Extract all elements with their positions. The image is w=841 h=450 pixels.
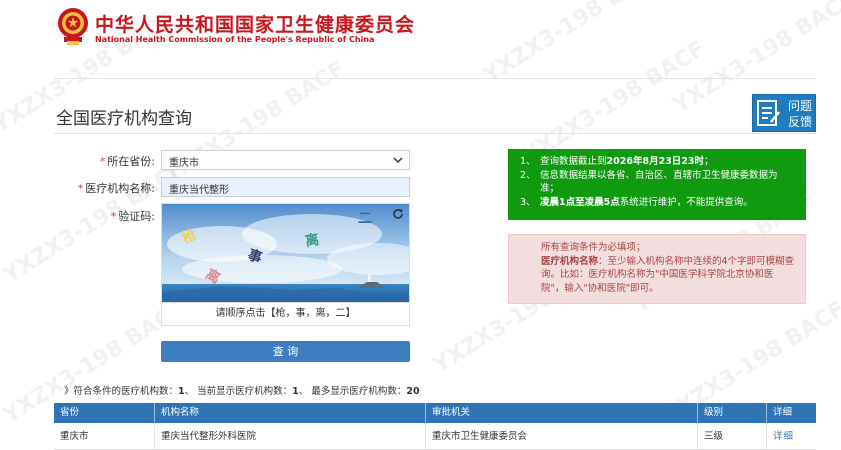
column-header: 省份 [54, 403, 155, 423]
title-divider [54, 133, 816, 134]
feedback-button[interactable]: 问题反馈 [752, 94, 816, 132]
chevron-down-icon [393, 157, 403, 164]
required-star: * [77, 182, 84, 195]
required-star: * [110, 210, 117, 223]
notice-item: 2、 信息数据结果以各省、自治区、直辖市卫生健康委数据为准； [520, 169, 778, 195]
cell-authority: 重庆市卫生健康委员会 [426, 424, 698, 449]
province-value: 重庆市 [169, 158, 199, 169]
captcha-image[interactable]: 枪 事 离 二 离 [161, 203, 410, 303]
institution-name-value: 重庆当代整形 [169, 185, 229, 196]
column-header: 审批机关 [426, 403, 698, 423]
notice-hint: 所有查询条件为必填项； 医疗机构名称：至少输入机构名称中连续的4个字即可模糊查询… [508, 234, 806, 304]
required-star: * [99, 155, 106, 168]
document-edit-icon [757, 100, 780, 126]
notice-item: 3、 凌晨1点至凌晨5点系统进行维护，不能提供查询。 [520, 196, 753, 208]
column-header: 机构名称 [155, 403, 426, 423]
query-button[interactable]: 查 询 [161, 341, 410, 362]
institution-name-input[interactable]: 重庆当代整形 [161, 177, 410, 197]
column-header: 详细 [773, 407, 793, 418]
notice-item: 1、 查询数据截止到2026年8月23日23时； [520, 156, 714, 167]
table-row: 重庆市 重庆当代整形外科医院 重庆市卫生健康委员会 三级 详细 [54, 424, 816, 450]
refresh-icon[interactable] [392, 208, 404, 220]
province-label: * 所在省份: [99, 155, 155, 168]
cell-level: 三级 [698, 424, 767, 449]
province-select[interactable]: 重庆市 [161, 150, 410, 170]
notice-info: 1、 查询数据截止到2026年8月23日23时； 2、 信息数据结果以各省、自治区、… [508, 149, 806, 220]
org-name-cn: 中华人民共和国国家卫生健康委员会 [95, 14, 416, 36]
captcha-prompt: 请顺序点击【枪，事，离，二】 [161, 304, 410, 326]
site-header: 中华人民共和国国家卫生健康委员会 National Health Commiss… [0, 0, 841, 60]
org-name-en: National Health Commission of the People… [95, 35, 375, 44]
hint-line: 医疗机构名称：至少输入机构名称中连续的4个字即可模糊查询。比如：医疗机构名称为"… [541, 255, 795, 294]
detail-link[interactable]: 详细 [773, 431, 794, 442]
national-emblem-icon [58, 8, 88, 45]
captcha-char[interactable]: 二 [358, 208, 372, 228]
page-title: 全国医疗机构查询 [56, 109, 192, 129]
name-label: * 医疗机构名称: [77, 182, 155, 195]
captcha-background [162, 204, 409, 302]
hint-line: 所有查询条件为必填项； [541, 242, 646, 253]
cell-detail: 详细 [767, 424, 816, 449]
column-header: 级别 [698, 403, 767, 423]
table-header: 省份 机构名称 审批机关 级别 详细 [54, 403, 816, 423]
feedback-label: 问题反馈 [787, 99, 812, 129]
header-divider [54, 78, 816, 79]
result-summary: 》符合条件的医疗机构数：1、 当前显示医疗机构数：1、 最多显示医疗机构数：20 [64, 386, 420, 397]
cell-institution-name: 重庆当代整形外科医院 [155, 424, 426, 449]
cell-province: 重庆市 [54, 424, 155, 449]
captcha-label: * 验证码: [110, 210, 155, 223]
